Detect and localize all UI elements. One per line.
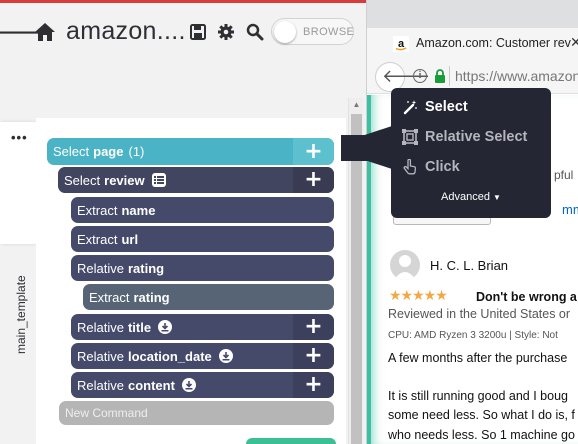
command-verb: Relative: [77, 260, 124, 276]
review-content-line: some need less. So what I do is, f: [388, 408, 575, 422]
pointer-hand-icon: [401, 158, 419, 176]
get-data-button[interactable]: [246, 438, 336, 444]
lock-icon[interactable]: [434, 69, 446, 83]
command-target: url: [121, 231, 139, 247]
back-arrow-icon[interactable]: 🡐: [0, 20, 51, 46]
plus-icon: +: [304, 372, 323, 397]
download-icon[interactable]: [158, 320, 173, 334]
click-option[interactable]: Click: [401, 157, 460, 177]
tab-strip: [367, 0, 578, 28]
scroll-up-arrow-icon[interactable]: ▲: [349, 98, 364, 112]
toggle-knob: [274, 21, 296, 43]
browse-toggle-label: BROWSE: [303, 26, 355, 38]
command-verb: Relative: [77, 319, 124, 335]
search-icon[interactable]: [245, 22, 265, 42]
command-verb: Extract: [77, 231, 118, 247]
reviewer-name[interactable]: H. C. L. Brian: [430, 258, 508, 273]
extract-url-command[interactable]: Extract url: [71, 226, 334, 252]
download-icon[interactable]: [218, 349, 233, 363]
relative-select-option-label: Relative Select: [425, 129, 528, 145]
command-target: name: [121, 202, 156, 218]
rating-stars: ★★★★★: [389, 288, 448, 304]
new-command-button[interactable]: New Command: [59, 401, 334, 425]
add-command-button[interactable]: +: [293, 372, 334, 398]
home-icon[interactable]: [34, 21, 56, 43]
command-tree: Select page (1) + Select review + Extrac…: [36, 118, 346, 444]
review-content-line: who needs less. So 1 machine go: [388, 428, 575, 442]
close-tab-icon[interactable]: ✕: [570, 35, 578, 51]
select-review-command[interactable]: Select review +: [58, 167, 334, 193]
click-option-label: Click: [425, 159, 460, 175]
add-command-button[interactable]: +: [293, 314, 334, 340]
selection-popover: Select Relative Select Click Advanced ▼: [391, 88, 551, 218]
tab-title[interactable]: Amazon.com: Customer rev: [416, 36, 571, 50]
browse-toggle[interactable]: BROWSE: [271, 18, 354, 45]
download-icon[interactable]: [181, 378, 196, 392]
relative-select-icon: [401, 128, 419, 146]
magic-wand-icon: [401, 98, 419, 116]
review-title-link[interactable]: Don't be wrong a: [476, 290, 577, 304]
command-count: (1): [128, 144, 145, 159]
review-content-line: It is still running good and I boug: [388, 389, 568, 403]
save-icon[interactable]: [189, 23, 207, 41]
reviewer-avatar: [390, 250, 420, 280]
extract-rating-command[interactable]: Extract rating: [83, 284, 334, 310]
command-verb: Relative: [77, 377, 124, 393]
command-target: rating: [127, 260, 165, 276]
command-target: content: [127, 377, 175, 393]
select-page-command[interactable]: Select page (1) +: [47, 138, 334, 165]
browser-window: a Amazon.com: Customer rev ✕ 🡐 i https:/…: [366, 0, 578, 444]
review-content-line: A few months after the purchase: [388, 351, 568, 365]
command-target: review: [104, 172, 145, 188]
scroll-thumb[interactable]: [351, 114, 362, 444]
command-verb: Extract: [89, 289, 130, 305]
add-command-button[interactable]: +: [293, 343, 334, 369]
plus-icon: +: [304, 138, 323, 164]
command-target: title: [127, 319, 152, 335]
relative-select-option[interactable]: Relative Select: [401, 127, 527, 147]
helpful-text: pful: [554, 168, 574, 182]
svg-text:a: a: [398, 38, 405, 50]
advanced-dropdown[interactable]: Advanced ▼: [391, 191, 551, 203]
relative-rating-command[interactable]: Relative rating: [71, 255, 334, 281]
extension-panel: 🡐 amazon.... BROWSE ••• main_template Se…: [0, 0, 366, 444]
command-verb: Select: [53, 144, 90, 159]
relative-title-command[interactable]: Relative title +: [71, 314, 334, 340]
plus-icon: +: [304, 167, 323, 192]
extension-toolbar: 🡐 amazon.... BROWSE: [0, 3, 366, 63]
url-separator: [449, 66, 450, 86]
command-verb: Relative: [77, 348, 124, 364]
list-icon[interactable]: [151, 173, 166, 187]
address-bar[interactable]: https://www.amazon: [455, 68, 578, 84]
amazon-favicon-icon: a: [393, 36, 409, 52]
select-option-label: Select: [425, 99, 468, 115]
command-verb: Extract: [77, 202, 118, 218]
relative-content-command[interactable]: Relative content +: [71, 372, 334, 398]
add-command-button[interactable]: +: [293, 138, 334, 165]
command-target: page: [93, 144, 124, 159]
comment-link[interactable]: mme: [562, 202, 578, 217]
review-product-meta: CPU: AMD Ryzen 3 3200u | Style: Not: [388, 330, 558, 341]
relative-location-date-command[interactable]: Relative location_date +: [71, 343, 334, 369]
plus-icon: +: [304, 314, 323, 339]
caret-down-icon: ▼: [493, 193, 501, 202]
review-location-date: Reviewed in the United States or: [388, 307, 571, 321]
command-target: rating: [133, 289, 170, 305]
advanced-label: Advanced: [441, 191, 490, 203]
template-tab-label: main_template: [14, 275, 28, 354]
command-verb: Select: [64, 172, 101, 188]
add-command-button[interactable]: +: [293, 167, 334, 193]
plus-icon: +: [304, 343, 323, 368]
project-title[interactable]: amazon....: [66, 17, 186, 46]
gear-icon[interactable]: [216, 22, 236, 42]
more-dots-icon[interactable]: •••: [11, 131, 28, 144]
command-target: location_date: [127, 348, 212, 364]
template-tab[interactable]: ••• main_template: [0, 122, 38, 354]
extract-name-command[interactable]: Extract name: [71, 197, 334, 223]
info-icon[interactable]: i: [413, 69, 427, 83]
select-option[interactable]: Select: [401, 97, 468, 117]
